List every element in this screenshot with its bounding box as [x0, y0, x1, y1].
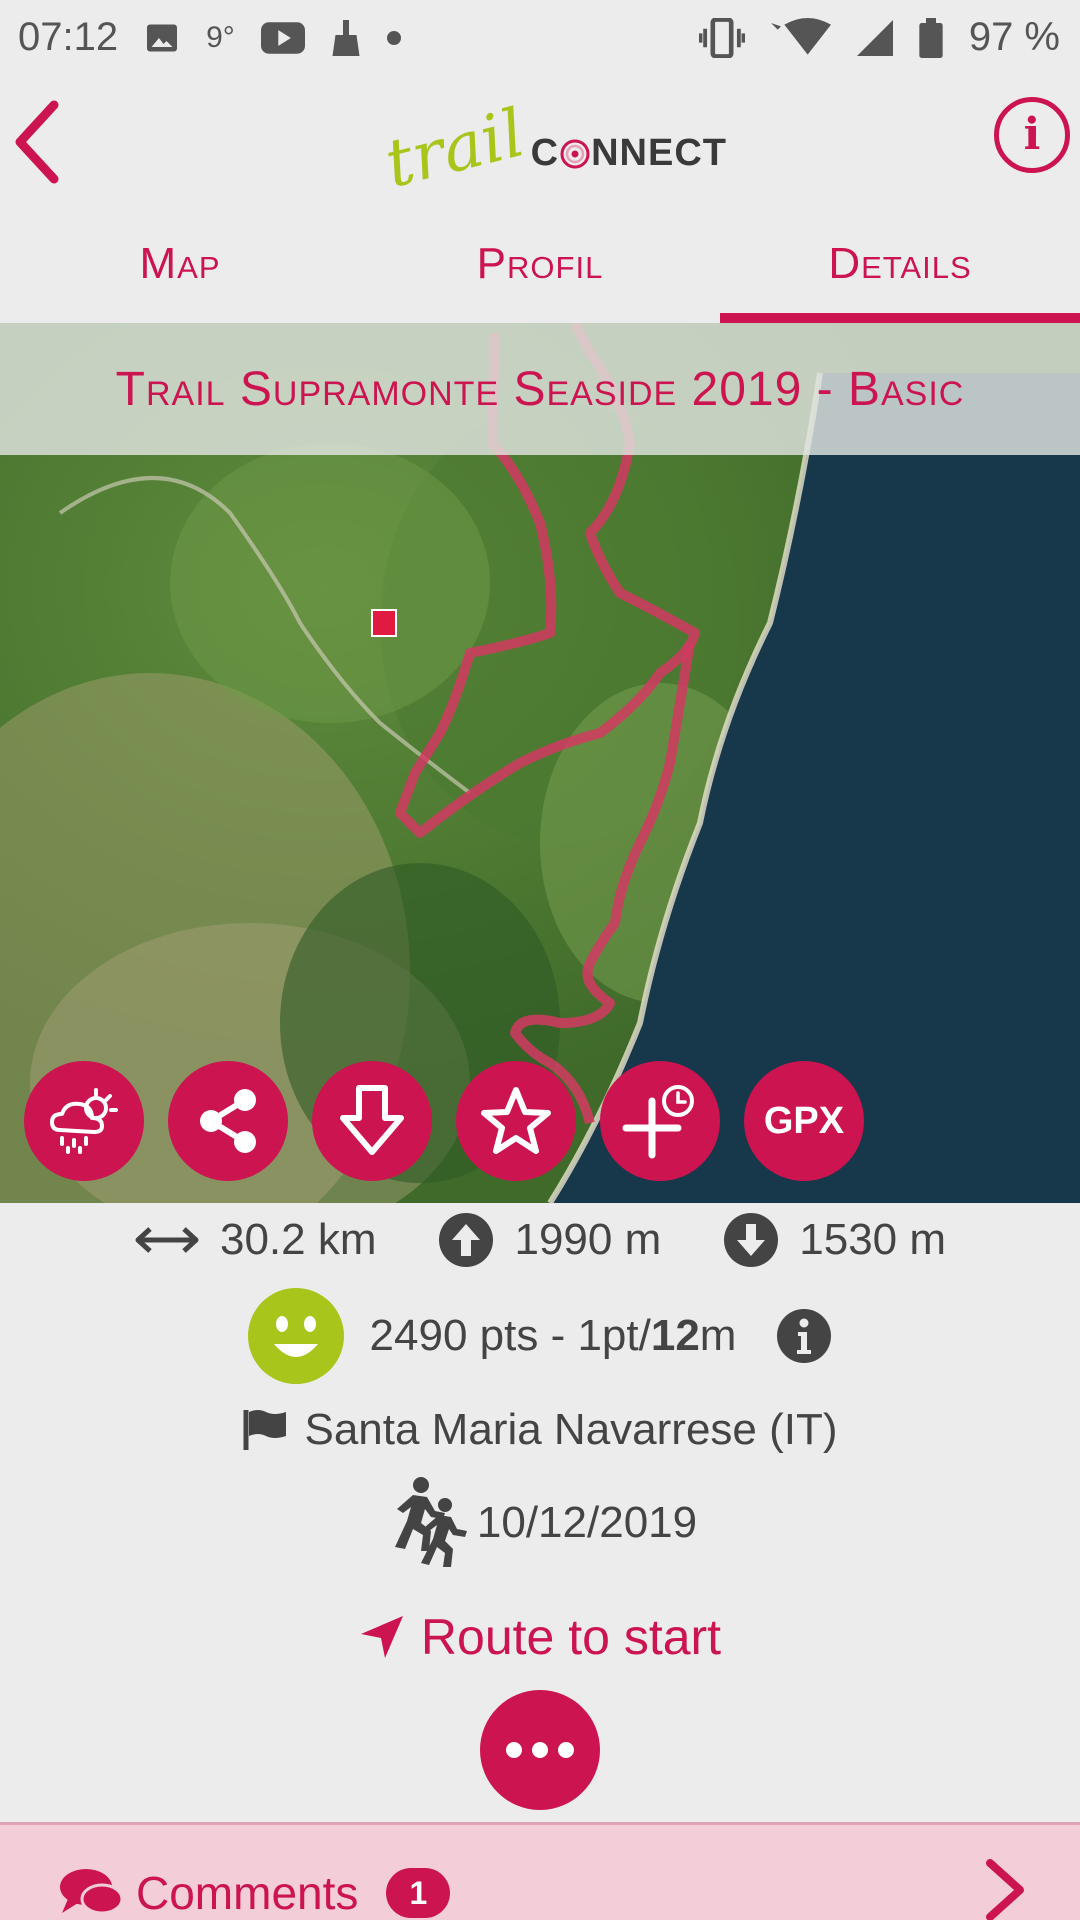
- add-reminder-icon: [622, 1085, 694, 1159]
- location-row: Santa Maria Navarrese (IT): [0, 1400, 1080, 1460]
- distance-stat: 30.2 km: [134, 1215, 377, 1265]
- logo-connect-c: C: [530, 132, 560, 174]
- trailconnect-logo: trail C NNECT: [378, 83, 727, 202]
- points-row: 2490 pts - 1pt/12m: [0, 1288, 1080, 1384]
- descent-stat: 1530 m: [723, 1212, 946, 1268]
- image-icon: [144, 20, 180, 56]
- stats-row: 30.2 km 1990 m 1530 m: [0, 1210, 1080, 1270]
- app-header: trail C NNECT i: [0, 75, 1080, 205]
- dot-icon: [386, 30, 401, 45]
- logo-trail-text: trail: [377, 94, 532, 203]
- tab-map[interactable]: Map: [0, 205, 360, 323]
- youtube-icon: [260, 21, 305, 55]
- status-right: 97 %: [698, 15, 1060, 60]
- points-text: 2490 pts - 1pt/12m: [370, 1311, 737, 1361]
- logo-connect-text: C NNECT: [531, 132, 727, 175]
- status-time: 07:12: [18, 15, 119, 59]
- gpx-button[interactable]: GPX: [744, 1061, 864, 1181]
- download-icon: [340, 1085, 404, 1155]
- satellite-map[interactable]: Trail Supramonte Seaside 2019 - Basic GP…: [0, 323, 1080, 1203]
- cleaner-icon: [331, 19, 361, 56]
- navigation-arrow-icon: [360, 1616, 403, 1658]
- wifi-icon: [770, 17, 831, 58]
- comments-bar[interactable]: Comments 1: [0, 1822, 1080, 1920]
- difficulty-smiley-icon: [247, 1288, 344, 1384]
- ascent-arrow-icon: [439, 1213, 494, 1267]
- descent-value: 1530 m: [799, 1215, 947, 1264]
- distance-value: 30.2 km: [219, 1215, 377, 1264]
- battery-icon: [919, 17, 943, 58]
- flag-icon: [243, 1410, 287, 1450]
- download-button[interactable]: [312, 1061, 432, 1181]
- signal-o-icon: [560, 139, 590, 169]
- back-chevron-icon: [15, 100, 59, 184]
- signal-icon: [856, 19, 893, 56]
- location-text: Santa Maria Navarrese (IT): [304, 1405, 838, 1454]
- add-reminder-button[interactable]: [600, 1061, 720, 1181]
- runners-icon: [394, 1477, 467, 1567]
- distance-arrows-icon: [135, 1227, 199, 1253]
- favorite-button[interactable]: [456, 1061, 576, 1181]
- tab-bar: Map Profil Details: [0, 205, 1080, 323]
- trail-title: Trail Supramonte Seaside 2019 - Basic: [115, 362, 965, 416]
- points-suffix: m: [699, 1311, 737, 1360]
- date-row: 10/12/2019: [0, 1477, 1080, 1568]
- more-dot-icon: [506, 1742, 522, 1758]
- points-bold: 12: [650, 1311, 700, 1360]
- status-left: 07:12 9°: [18, 15, 401, 60]
- status-temp: 9°: [206, 20, 235, 54]
- vibrate-icon: [698, 17, 745, 58]
- descent-arrow-icon: [724, 1213, 779, 1267]
- route-to-start-link[interactable]: Route to start: [0, 1605, 1080, 1669]
- ascent-value: 1990 m: [514, 1215, 662, 1264]
- comments-bubble-icon: [60, 1869, 124, 1915]
- weather-icon: [50, 1088, 118, 1154]
- more-dot-icon: [558, 1742, 574, 1758]
- comments-header: Comments 1: [58, 1865, 451, 1920]
- status-bar: 07:12 9° 97 %: [0, 0, 1080, 75]
- status-battery: 97 %: [968, 15, 1060, 59]
- points-prefix: 2490 pts - 1pt/: [369, 1311, 651, 1360]
- tab-details[interactable]: Details: [720, 205, 1080, 323]
- back-button[interactable]: [8, 97, 78, 187]
- date-text: 10/12/2019: [476, 1498, 698, 1547]
- share-button[interactable]: [168, 1061, 288, 1181]
- share-icon: [200, 1089, 256, 1153]
- info-button[interactable]: i: [994, 97, 1070, 173]
- ascent-stat: 1990 m: [438, 1212, 661, 1268]
- comments-label: Comments: [136, 1867, 359, 1919]
- tab-profil[interactable]: Profil: [360, 205, 720, 323]
- favorite-star-icon: [481, 1087, 551, 1154]
- more-options-button[interactable]: [480, 1690, 600, 1810]
- action-buttons: GPX: [24, 1061, 864, 1181]
- trail-title-band: Trail Supramonte Seaside 2019 - Basic: [0, 323, 1080, 455]
- more-dot-icon: [532, 1742, 548, 1758]
- weather-button[interactable]: [24, 1061, 144, 1181]
- info-icon: i: [1023, 109, 1041, 160]
- route-to-start-label: Route to start: [420, 1609, 722, 1665]
- chevron-right-icon[interactable]: [980, 1857, 1030, 1920]
- gpx-label: GPX: [763, 1099, 845, 1142]
- comments-count-badge: 1: [386, 1868, 451, 1918]
- points-info-icon[interactable]: [776, 1308, 832, 1364]
- logo-connect-rest: NNECT: [591, 132, 727, 174]
